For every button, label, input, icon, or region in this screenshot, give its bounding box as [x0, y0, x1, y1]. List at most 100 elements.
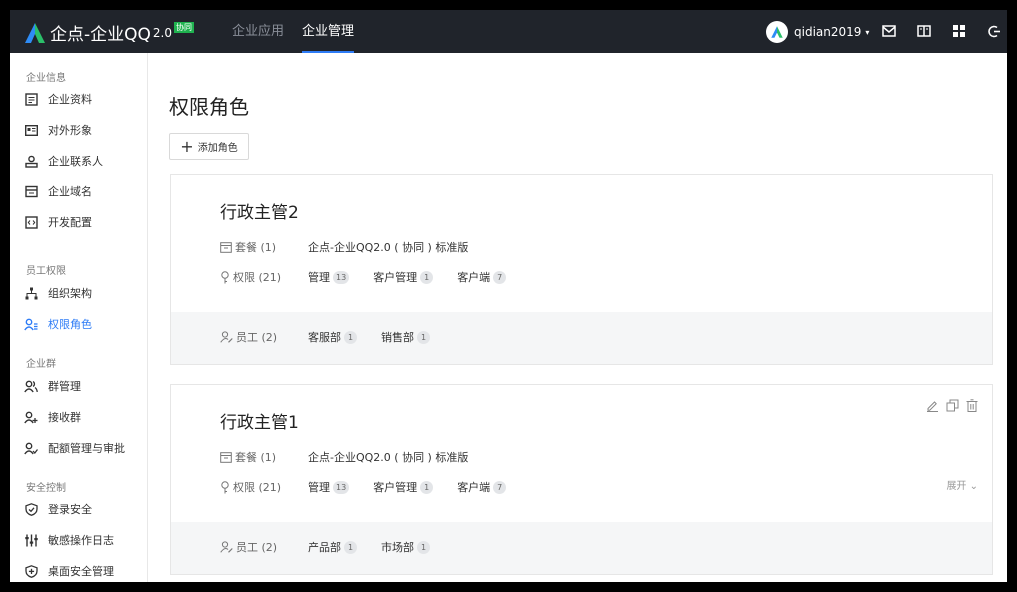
permission-tag[interactable]: 客户端 7 — [457, 479, 507, 495]
sidebar-item-label: 登录安全 — [48, 503, 92, 516]
shield-plus-icon — [24, 564, 38, 578]
mail-icon[interactable] — [880, 22, 898, 40]
staff-label-text: 员工 (2) — [236, 541, 278, 554]
department-tag[interactable]: 销售部 1 — [381, 329, 430, 345]
package-value: 企点-企业QQ2.0 ( 协同 ) 标准版 — [308, 451, 469, 464]
sidebar-item-domain[interactable]: 企业域名 — [24, 181, 92, 201]
tab-enterprise-apps[interactable]: 企业应用 — [232, 10, 284, 53]
expand-link[interactable]: 展开 ⌄ — [946, 477, 978, 492]
sidebar-item-public-image[interactable]: 对外形象 — [24, 120, 92, 140]
user-menu[interactable]: qidian2019 ▾ — [766, 21, 869, 43]
sidebar-item-contacts[interactable]: 企业联系人 — [24, 151, 103, 171]
staff-row: 员工 (2) 客服部 1 销售部 1 — [220, 329, 454, 345]
user-logo-icon — [771, 26, 783, 38]
permission-label-text: 权限 (21) — [233, 481, 282, 494]
sliders-icon — [24, 533, 38, 547]
package-icon — [220, 241, 232, 253]
role-card: 行政主管2 套餐 (1) 企点-企业QQ2.0 ( 协同 ) 标准版 权限 (2… — [170, 174, 993, 365]
sidebar-item-quota-approval[interactable]: 配额管理与审批 — [24, 438, 125, 458]
sidebar-item-label: 敏感操作日志 — [48, 534, 114, 547]
staff-label: 员工 (2) — [220, 539, 308, 555]
book-icon[interactable] — [915, 22, 933, 40]
app-window: 企点-企业QQ 2.0 协同 企业应用 企业管理 qidian2019 ▾ 企业… — [10, 10, 1007, 582]
permission-label-text: 权限 (21) — [233, 271, 282, 284]
permission-tag[interactable]: 管理 13 — [308, 269, 350, 285]
apps-grid-icon[interactable] — [950, 22, 968, 40]
sidebar-item-dev-config[interactable]: 开发配置 — [24, 212, 92, 232]
sidebar-item-org-structure[interactable]: 组织架构 — [24, 283, 92, 303]
sidebar-item-label: 开发配置 — [48, 216, 92, 229]
sidebar-item-login-security[interactable]: 登录安全 — [24, 499, 92, 519]
role-card: 行政主管1 套餐 (1) 企点-企业QQ2.0 ( 协同 ) 标准版 权限 (2… — [170, 384, 993, 575]
permission-name: 客户端 — [457, 271, 491, 284]
logout-icon[interactable] — [985, 22, 1003, 40]
permission-row: 权限 (21) 管理 13 客户管理 1 客户端 7 — [220, 269, 530, 285]
sidebar-item-company-info[interactable]: 企业资料 — [24, 89, 92, 109]
package-icon — [220, 451, 232, 463]
org-chart-icon — [24, 286, 38, 300]
count-badge: 7 — [493, 480, 507, 494]
add-role-label: 添加角色 — [197, 143, 238, 154]
department-tag[interactable]: 产品部 1 — [308, 539, 357, 555]
avatar — [766, 21, 788, 43]
sidebar-item-label: 组织架构 — [48, 287, 92, 300]
logo-version: 2.0 — [152, 25, 172, 40]
sidebar-item-label: 接收群 — [48, 411, 81, 424]
permission-tag[interactable]: 管理 13 — [308, 479, 350, 495]
count-badge: 13 — [333, 480, 350, 494]
permission-name: 管理 — [308, 271, 330, 284]
sidebar-group-title: 员工权限 — [26, 266, 66, 277]
logo-icon — [25, 22, 45, 43]
code-icon — [24, 215, 38, 229]
permission-tag[interactable]: 客户管理 1 — [373, 479, 434, 495]
main-content: 权限角色 + 添加角色 行政主管2 套餐 (1) 企点-企业QQ2.0 ( 协同… — [149, 53, 1007, 582]
sidebar-item-roles[interactable]: 权限角色 — [24, 314, 92, 334]
package-value: 企点-企业QQ2.0 ( 协同 ) 标准版 — [308, 241, 469, 254]
sidebar-item-label: 企业域名 — [48, 185, 92, 198]
sidebar-item-desktop-security[interactable]: 桌面安全管理 — [24, 561, 114, 581]
department-tag[interactable]: 市场部 1 — [381, 539, 430, 555]
department-tag[interactable]: 客服部 1 — [308, 329, 357, 345]
group-approve-icon — [24, 441, 38, 455]
permission-tag[interactable]: 客户管理 1 — [373, 269, 434, 285]
role-name: 行政主管1 — [220, 413, 299, 433]
package-label-text: 套餐 (1) — [235, 241, 277, 254]
count-badge: 1 — [417, 540, 430, 554]
user-name: qidian2019 — [794, 25, 862, 39]
count-badge: 13 — [333, 270, 350, 284]
department-name: 客服部 — [308, 331, 341, 344]
department-name: 销售部 — [381, 331, 414, 344]
sidebar-item-label: 权限角色 — [48, 318, 92, 331]
package-label: 套餐 (1) — [220, 449, 308, 465]
sidebar-item-label: 企业联系人 — [48, 155, 103, 168]
role-icon — [24, 317, 38, 331]
count-badge: 7 — [493, 270, 507, 284]
staff-section: 员工 (2) 产品部 1 市场部 1 — [171, 522, 992, 574]
package-row: 套餐 (1) 企点-企业QQ2.0 ( 协同 ) 标准版 — [220, 239, 468, 255]
group-add-icon — [24, 410, 38, 424]
sidebar-item-receive-group[interactable]: 接收群 — [24, 407, 81, 427]
group-icon — [24, 379, 38, 393]
tab-enterprise-management[interactable]: 企业管理 — [302, 10, 355, 53]
plus-icon: + — [180, 136, 194, 156]
count-badge: 1 — [344, 540, 357, 554]
count-badge: 1 — [344, 330, 357, 344]
copy-icon[interactable] — [946, 399, 959, 412]
delete-icon[interactable] — [966, 399, 978, 412]
permission-label: 权限 (21) — [220, 479, 308, 495]
sidebar-group-title: 安全控制 — [26, 483, 66, 494]
edit-icon[interactable] — [926, 399, 939, 412]
permission-name: 客户端 — [457, 481, 491, 494]
permission-label: 权限 (21) — [220, 269, 308, 285]
sidebar-item-group-management[interactable]: 群管理 — [24, 376, 81, 396]
staff-label-text: 员工 (2) — [236, 331, 278, 344]
add-role-button[interactable]: + 添加角色 — [169, 133, 249, 160]
staff-section: 员工 (2) 客服部 1 销售部 1 — [171, 312, 992, 364]
sidebar-item-sensitive-log[interactable]: 敏感操作日志 — [24, 530, 114, 550]
permission-tag[interactable]: 客户端 7 — [457, 269, 507, 285]
logo-badge: 协同 — [174, 22, 194, 33]
logo[interactable]: 企点-企业QQ 2.0 协同 — [24, 20, 194, 45]
user-edit-icon — [220, 541, 233, 553]
permission-row: 权限 (21) 管理 13 客户管理 1 客户端 7 — [220, 479, 530, 495]
count-badge: 1 — [417, 330, 430, 344]
